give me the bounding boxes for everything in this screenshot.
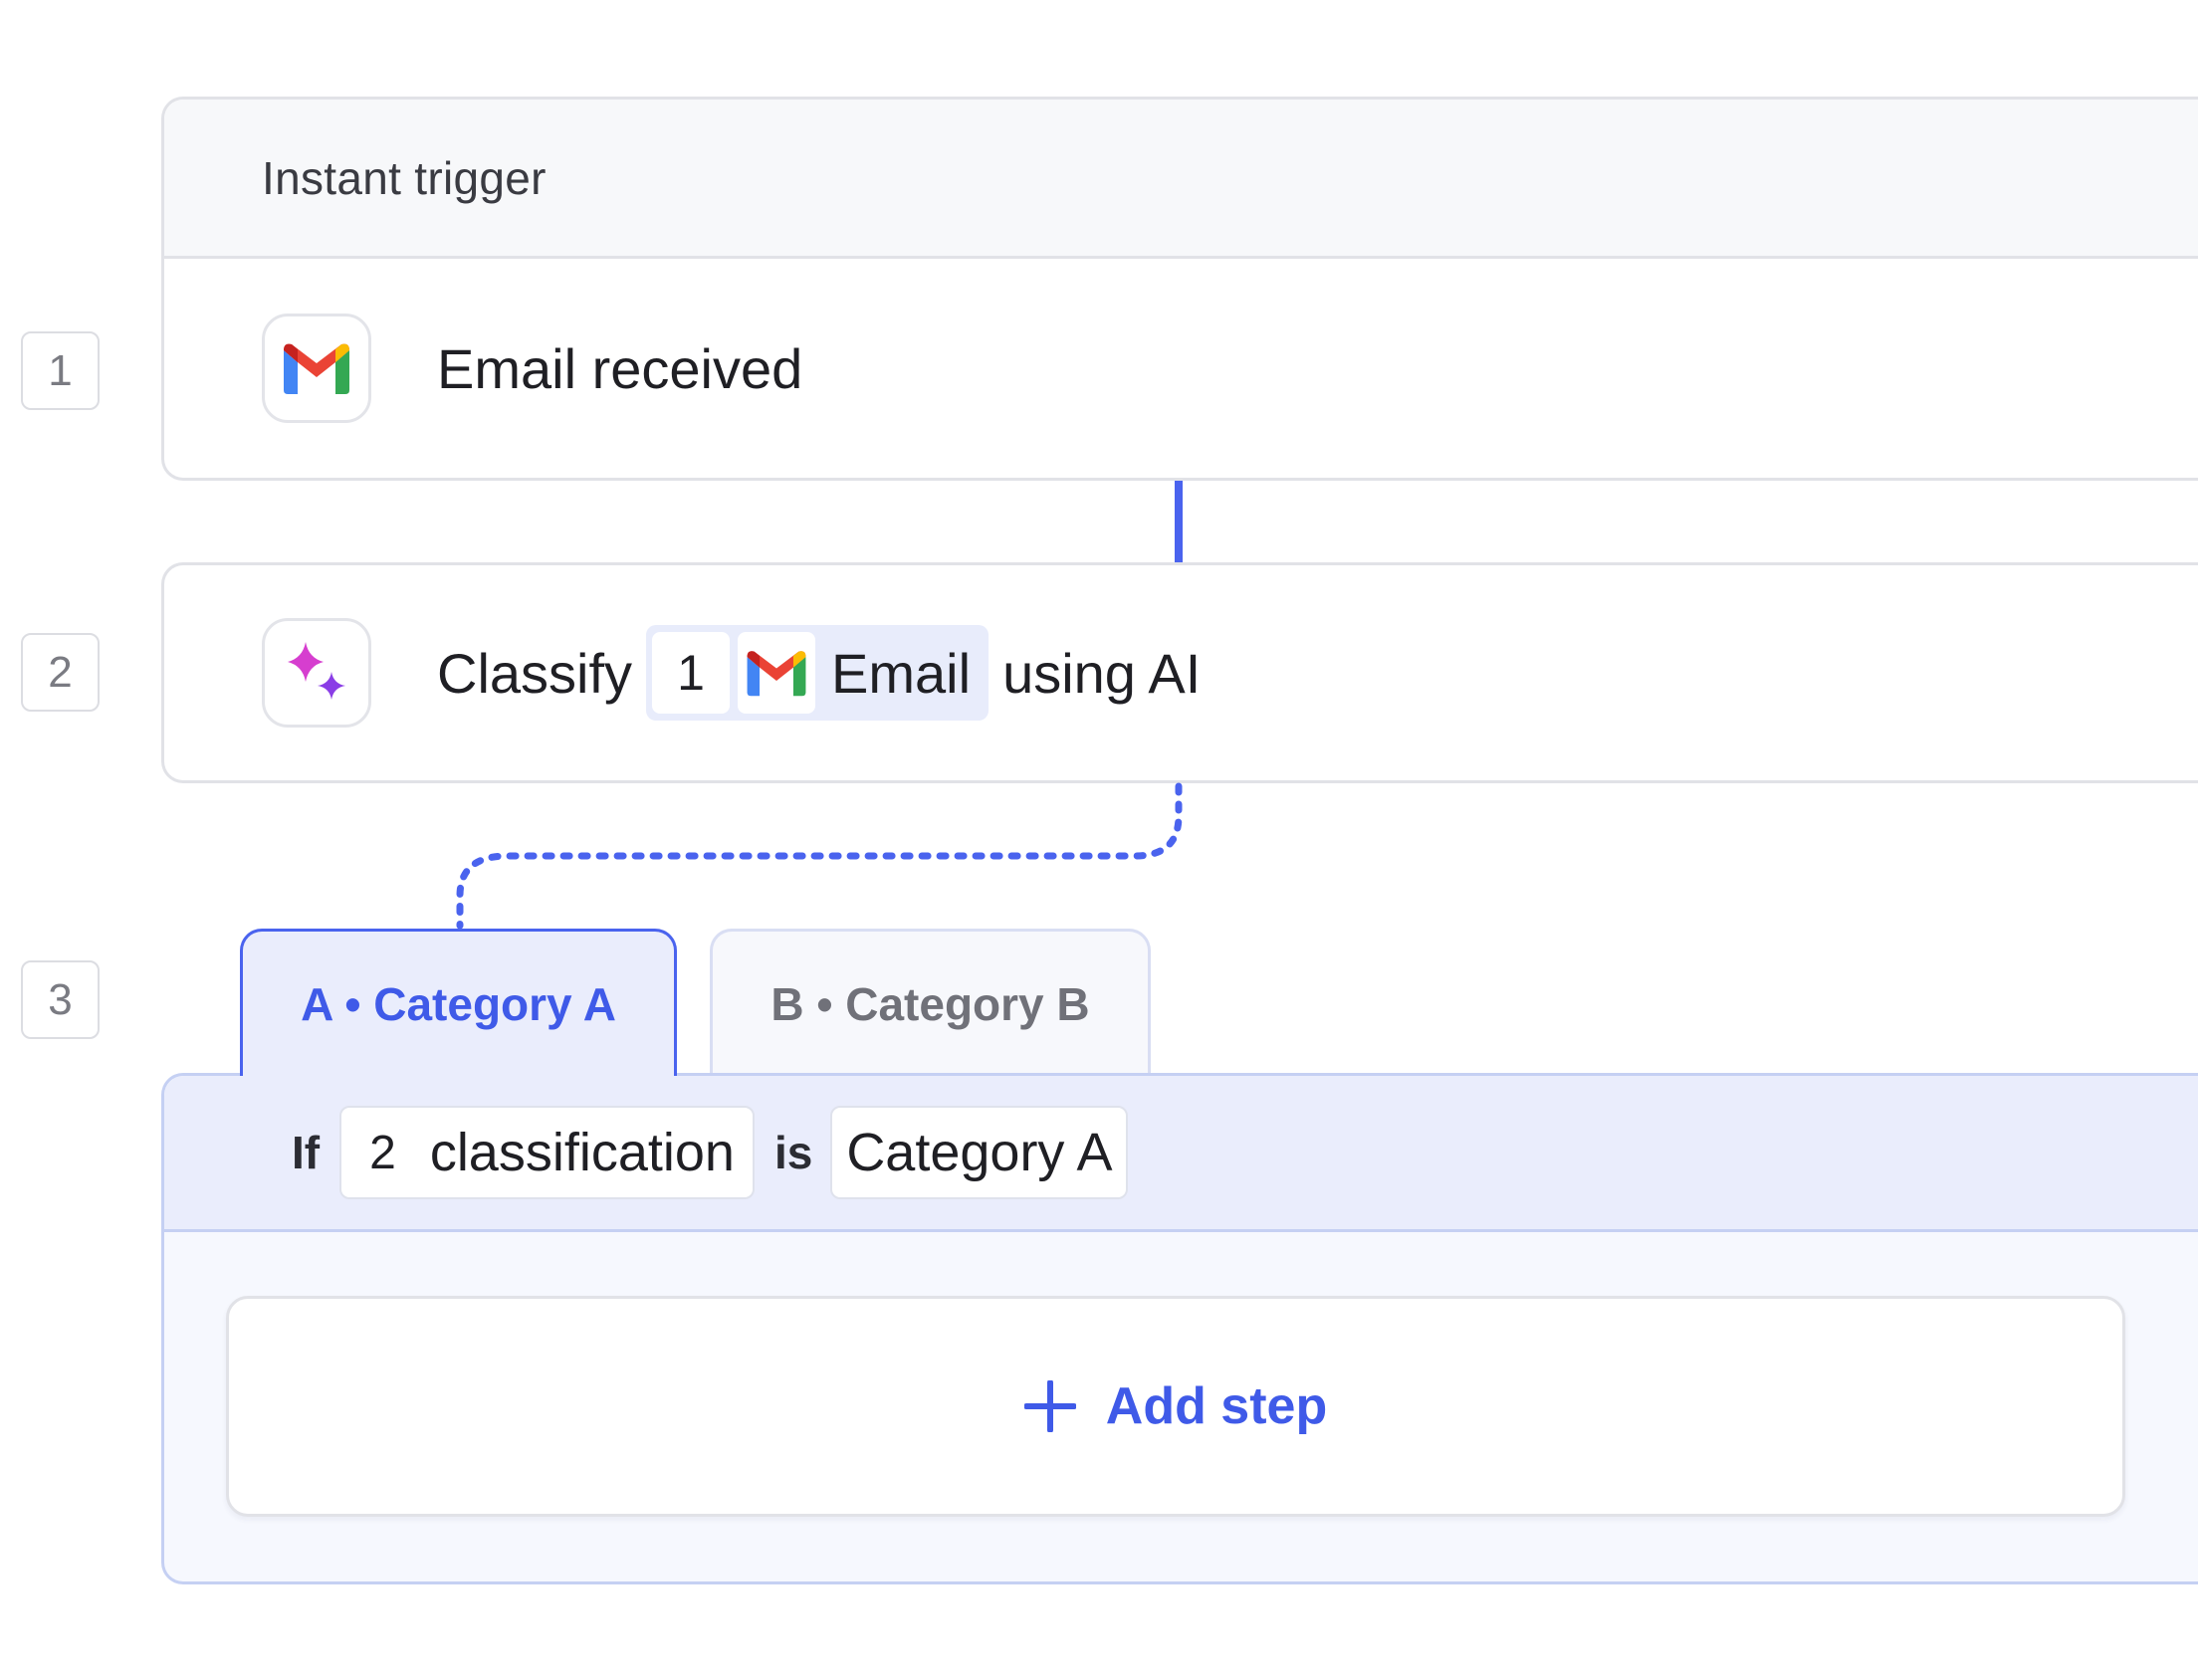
variable-name: classification (429, 1123, 735, 1182)
step-number-2: 2 (21, 633, 100, 712)
trigger-title: Email received (437, 336, 803, 400)
gmail-icon (738, 632, 816, 714)
tab-category-b[interactable]: B • Category B (710, 929, 1151, 1076)
reference-step-number: 1 (652, 632, 731, 714)
reference-label: Email (831, 641, 972, 705)
step-number-3: 3 (21, 960, 100, 1039)
if-keyword: If (292, 1127, 321, 1178)
condition-variable-chip[interactable]: 2 classification (339, 1106, 755, 1199)
trigger-step-card[interactable]: Instant trigger Email received (161, 97, 2198, 481)
classify-step-card[interactable]: Classify 1 Email using AI (161, 562, 2198, 783)
tab-category-a[interactable]: A • Category A (240, 929, 677, 1076)
condition-value-chip[interactable]: Category A (830, 1106, 1129, 1199)
variable-step-number: 2 (369, 1126, 396, 1179)
operator-keyword: is (773, 1127, 813, 1178)
step-number-1: 1 (21, 331, 100, 410)
ai-sparkle-icon (262, 618, 371, 728)
classify-suffix: using AI (1002, 641, 1202, 705)
branch-condition: If 2 classification is Category A (164, 1076, 2198, 1232)
add-step-button[interactable]: Add step (226, 1296, 2125, 1517)
classify-prefix: Classify (437, 641, 633, 705)
step-connector-line (1175, 481, 1183, 562)
plus-icon (1023, 1380, 1076, 1432)
workflow-canvas: 1 2 3 Instant trigger Email received Cla… (0, 0, 2198, 1680)
gmail-icon (262, 314, 371, 423)
branch-panel: If 2 classification is Category A Add st… (161, 1073, 2198, 1584)
trigger-header: Instant trigger (164, 100, 2198, 259)
add-step-label: Add step (1105, 1377, 1328, 1435)
email-reference-pill[interactable]: 1 Email (646, 625, 989, 721)
